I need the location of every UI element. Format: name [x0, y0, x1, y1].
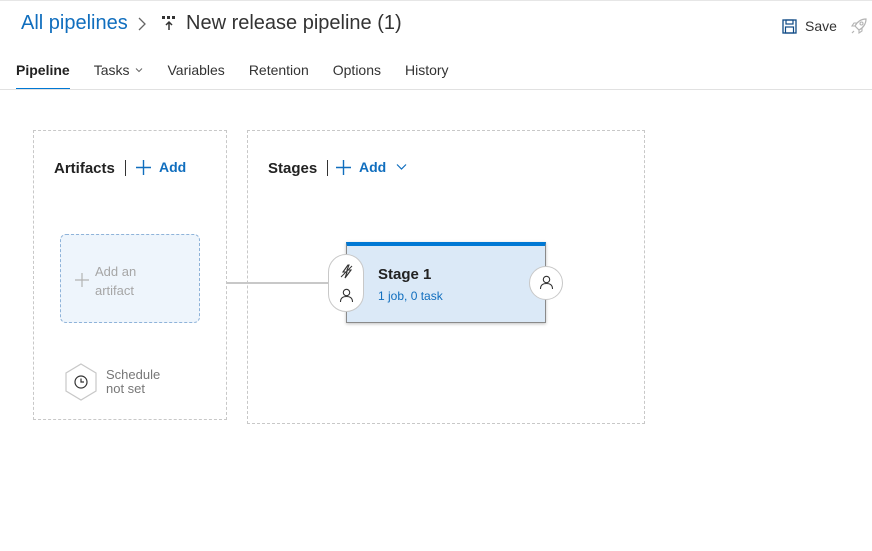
tab-label: History: [405, 62, 449, 78]
save-icon: [782, 18, 797, 34]
tab-label: Retention: [248, 62, 309, 78]
stages-separator: [327, 160, 328, 176]
post-deployment-conditions[interactable]: [529, 266, 563, 300]
pre-deployment-conditions[interactable]: [328, 254, 364, 312]
breadcrumb-chevron-icon: [138, 17, 146, 31]
artifacts-title: Artifacts: [54, 160, 115, 177]
schedule-text: Schedule not set: [106, 367, 161, 396]
schedule-trigger[interactable]: Schedule not set: [64, 363, 176, 401]
chevron-down-icon: [136, 68, 143, 73]
chevron-down-icon: [396, 164, 407, 170]
tab-label: Tasks: [93, 62, 130, 78]
pipeline-icon: [162, 16, 175, 30]
page-title[interactable]: New release pipeline (1): [186, 12, 402, 35]
add-stage-link[interactable]: Add: [336, 159, 407, 175]
stage-card[interactable]: Stage 1 1 job, 0 task: [346, 242, 546, 323]
plus-icon: [75, 273, 89, 287]
tab-label: Options: [332, 62, 381, 78]
tab-tasks[interactable]: Tasks: [94, 60, 144, 90]
clock-icon: [65, 363, 97, 401]
add-label: Add: [359, 159, 387, 175]
add-label: Add: [159, 159, 187, 175]
plus-icon: [136, 159, 151, 175]
save-label: Save: [805, 18, 837, 34]
add-artifact-link[interactable]: Add: [136, 159, 186, 175]
artifacts-separator: [125, 160, 126, 176]
stages-title: Stages: [268, 160, 318, 177]
tab-variables[interactable]: Variables: [167, 60, 224, 90]
person-icon: [339, 288, 354, 303]
stage-name: Stage 1: [378, 266, 432, 283]
tabs-divider: [0, 89, 872, 90]
lightning-icon: [340, 264, 353, 279]
page-header: All pipelines New release pipeline (1) S…: [0, 0, 872, 50]
person-icon: [539, 275, 554, 290]
tab-label: Variables: [167, 62, 225, 78]
tab-retention[interactable]: Retention: [249, 60, 309, 90]
stage-job-summary[interactable]: 1 job, 0 task: [378, 289, 443, 303]
tab-pipeline[interactable]: Pipeline: [16, 60, 70, 90]
add-artifact-placeholder[interactable]: Add an artifact: [60, 234, 200, 323]
plus-icon: [336, 159, 351, 175]
add-artifact-text: Add an artifact: [95, 264, 137, 298]
save-button[interactable]: Save: [782, 16, 837, 36]
rocket-icon[interactable]: [849, 16, 869, 36]
tab-bar: Pipeline Tasks Variables Retention Optio…: [16, 60, 473, 90]
breadcrumb-all-pipelines[interactable]: All pipelines: [21, 12, 128, 35]
tab-history[interactable]: History: [405, 60, 449, 90]
artifacts-panel: Artifacts Add Add an artifact Schedule n…: [33, 130, 227, 420]
tab-label: Pipeline: [16, 62, 70, 78]
tab-options[interactable]: Options: [333, 60, 381, 90]
